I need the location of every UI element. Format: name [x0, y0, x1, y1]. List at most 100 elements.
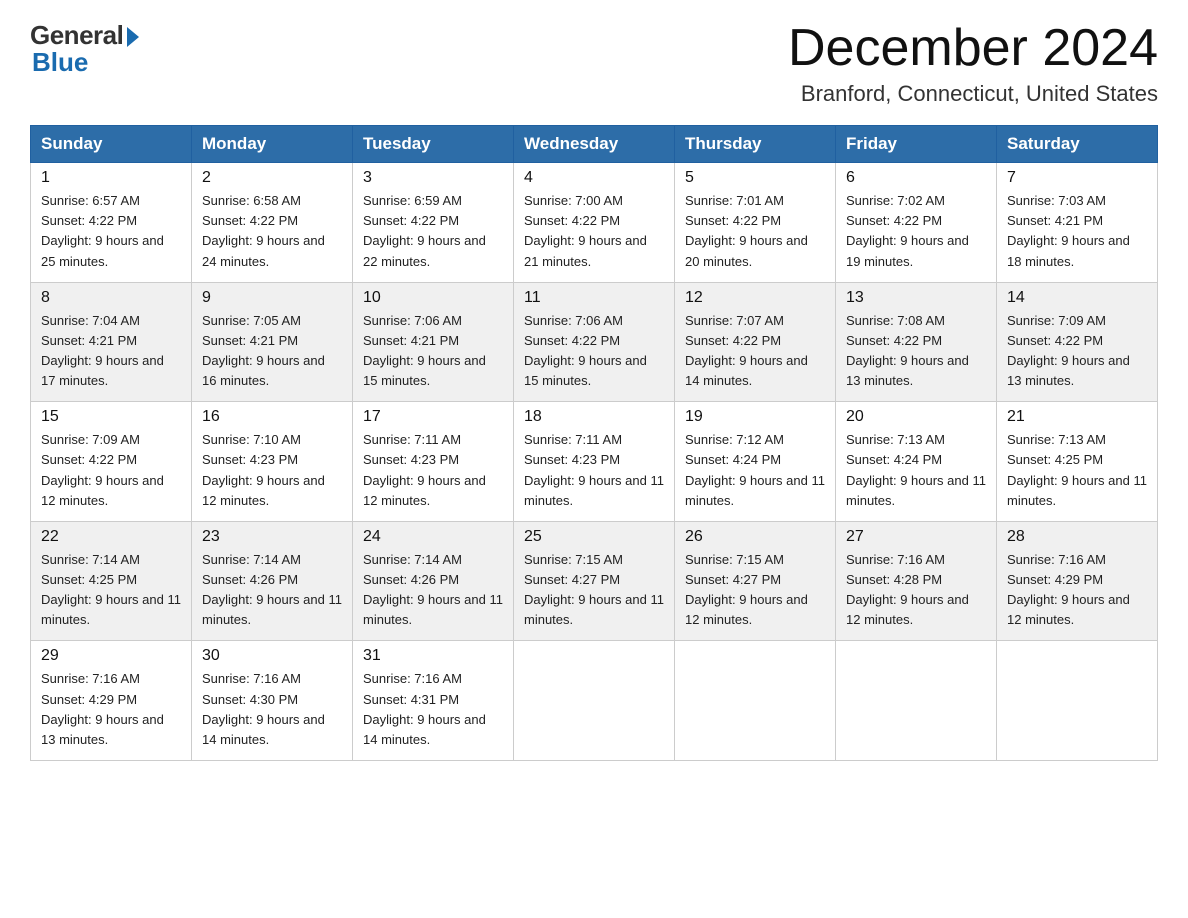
day-number: 12: [685, 289, 825, 307]
day-info: Sunrise: 7:13 AM Sunset: 4:25 PM Dayligh…: [1007, 430, 1147, 511]
day-info: Sunrise: 7:09 AM Sunset: 4:22 PM Dayligh…: [1007, 311, 1147, 392]
day-info: Sunrise: 7:14 AM Sunset: 4:26 PM Dayligh…: [363, 550, 503, 631]
calendar-cell: 12 Sunrise: 7:07 AM Sunset: 4:22 PM Dayl…: [675, 282, 836, 402]
calendar-cell: 7 Sunrise: 7:03 AM Sunset: 4:21 PM Dayli…: [997, 163, 1158, 283]
day-info: Sunrise: 6:58 AM Sunset: 4:22 PM Dayligh…: [202, 191, 342, 272]
calendar-header-row: SundayMondayTuesdayWednesdayThursdayFrid…: [31, 126, 1158, 163]
day-info: Sunrise: 7:11 AM Sunset: 4:23 PM Dayligh…: [524, 430, 664, 511]
day-number: 28: [1007, 528, 1147, 546]
day-info: Sunrise: 7:03 AM Sunset: 4:21 PM Dayligh…: [1007, 191, 1147, 272]
calendar-cell: [514, 641, 675, 761]
calendar-cell: 10 Sunrise: 7:06 AM Sunset: 4:21 PM Dayl…: [353, 282, 514, 402]
day-info: Sunrise: 7:07 AM Sunset: 4:22 PM Dayligh…: [685, 311, 825, 392]
calendar-header-friday: Friday: [836, 126, 997, 163]
calendar-cell: 17 Sunrise: 7:11 AM Sunset: 4:23 PM Dayl…: [353, 402, 514, 522]
day-number: 14: [1007, 289, 1147, 307]
day-number: 25: [524, 528, 664, 546]
day-number: 15: [41, 408, 181, 426]
day-number: 7: [1007, 169, 1147, 187]
day-number: 17: [363, 408, 503, 426]
calendar-cell: 28 Sunrise: 7:16 AM Sunset: 4:29 PM Dayl…: [997, 521, 1158, 641]
day-info: Sunrise: 7:04 AM Sunset: 4:21 PM Dayligh…: [41, 311, 181, 392]
calendar-cell: 2 Sunrise: 6:58 AM Sunset: 4:22 PM Dayli…: [192, 163, 353, 283]
calendar-cell: 13 Sunrise: 7:08 AM Sunset: 4:22 PM Dayl…: [836, 282, 997, 402]
day-number: 13: [846, 289, 986, 307]
day-info: Sunrise: 7:16 AM Sunset: 4:31 PM Dayligh…: [363, 669, 503, 750]
day-number: 2: [202, 169, 342, 187]
day-info: Sunrise: 7:16 AM Sunset: 4:29 PM Dayligh…: [1007, 550, 1147, 631]
calendar-week-row: 1 Sunrise: 6:57 AM Sunset: 4:22 PM Dayli…: [31, 163, 1158, 283]
calendar-cell: 1 Sunrise: 6:57 AM Sunset: 4:22 PM Dayli…: [31, 163, 192, 283]
day-info: Sunrise: 6:57 AM Sunset: 4:22 PM Dayligh…: [41, 191, 181, 272]
calendar-cell: 22 Sunrise: 7:14 AM Sunset: 4:25 PM Dayl…: [31, 521, 192, 641]
day-info: Sunrise: 7:15 AM Sunset: 4:27 PM Dayligh…: [685, 550, 825, 631]
calendar-header-tuesday: Tuesday: [353, 126, 514, 163]
day-info: Sunrise: 7:02 AM Sunset: 4:22 PM Dayligh…: [846, 191, 986, 272]
day-number: 19: [685, 408, 825, 426]
calendar-header-sunday: Sunday: [31, 126, 192, 163]
calendar-header-wednesday: Wednesday: [514, 126, 675, 163]
day-info: Sunrise: 7:16 AM Sunset: 4:29 PM Dayligh…: [41, 669, 181, 750]
calendar-cell: 18 Sunrise: 7:11 AM Sunset: 4:23 PM Dayl…: [514, 402, 675, 522]
calendar-cell: 21 Sunrise: 7:13 AM Sunset: 4:25 PM Dayl…: [997, 402, 1158, 522]
calendar-cell: 14 Sunrise: 7:09 AM Sunset: 4:22 PM Dayl…: [997, 282, 1158, 402]
calendar-week-row: 15 Sunrise: 7:09 AM Sunset: 4:22 PM Dayl…: [31, 402, 1158, 522]
calendar-cell: 8 Sunrise: 7:04 AM Sunset: 4:21 PM Dayli…: [31, 282, 192, 402]
calendar-cell: 5 Sunrise: 7:01 AM Sunset: 4:22 PM Dayli…: [675, 163, 836, 283]
day-number: 20: [846, 408, 986, 426]
calendar-header-saturday: Saturday: [997, 126, 1158, 163]
day-number: 5: [685, 169, 825, 187]
day-number: 23: [202, 528, 342, 546]
day-info: Sunrise: 7:14 AM Sunset: 4:25 PM Dayligh…: [41, 550, 181, 631]
day-info: Sunrise: 7:00 AM Sunset: 4:22 PM Dayligh…: [524, 191, 664, 272]
calendar-table: SundayMondayTuesdayWednesdayThursdayFrid…: [30, 125, 1158, 761]
calendar-cell: [675, 641, 836, 761]
day-info: Sunrise: 7:13 AM Sunset: 4:24 PM Dayligh…: [846, 430, 986, 511]
month-title: December 2024: [788, 20, 1158, 77]
day-info: Sunrise: 7:16 AM Sunset: 4:28 PM Dayligh…: [846, 550, 986, 631]
calendar-cell: 31 Sunrise: 7:16 AM Sunset: 4:31 PM Dayl…: [353, 641, 514, 761]
title-area: December 2024 Branford, Connecticut, Uni…: [788, 20, 1158, 107]
day-number: 10: [363, 289, 503, 307]
day-info: Sunrise: 7:16 AM Sunset: 4:30 PM Dayligh…: [202, 669, 342, 750]
calendar-cell: 23 Sunrise: 7:14 AM Sunset: 4:26 PM Dayl…: [192, 521, 353, 641]
page-header: General Blue December 2024 Branford, Con…: [30, 20, 1158, 107]
calendar-cell: 30 Sunrise: 7:16 AM Sunset: 4:30 PM Dayl…: [192, 641, 353, 761]
day-number: 8: [41, 289, 181, 307]
calendar-cell: 9 Sunrise: 7:05 AM Sunset: 4:21 PM Dayli…: [192, 282, 353, 402]
calendar-cell: 6 Sunrise: 7:02 AM Sunset: 4:22 PM Dayli…: [836, 163, 997, 283]
calendar-header-monday: Monday: [192, 126, 353, 163]
day-info: Sunrise: 7:06 AM Sunset: 4:21 PM Dayligh…: [363, 311, 503, 392]
day-number: 27: [846, 528, 986, 546]
calendar-cell: 16 Sunrise: 7:10 AM Sunset: 4:23 PM Dayl…: [192, 402, 353, 522]
day-info: Sunrise: 7:01 AM Sunset: 4:22 PM Dayligh…: [685, 191, 825, 272]
calendar-cell: 26 Sunrise: 7:15 AM Sunset: 4:27 PM Dayl…: [675, 521, 836, 641]
calendar-cell: 27 Sunrise: 7:16 AM Sunset: 4:28 PM Dayl…: [836, 521, 997, 641]
calendar-cell: 20 Sunrise: 7:13 AM Sunset: 4:24 PM Dayl…: [836, 402, 997, 522]
day-info: Sunrise: 7:06 AM Sunset: 4:22 PM Dayligh…: [524, 311, 664, 392]
day-number: 16: [202, 408, 342, 426]
day-number: 22: [41, 528, 181, 546]
calendar-cell: [836, 641, 997, 761]
logo-arrow-icon: [127, 27, 139, 47]
day-number: 29: [41, 647, 181, 665]
day-number: 26: [685, 528, 825, 546]
day-info: Sunrise: 7:09 AM Sunset: 4:22 PM Dayligh…: [41, 430, 181, 511]
location-text: Branford, Connecticut, United States: [788, 81, 1158, 107]
day-number: 4: [524, 169, 664, 187]
calendar-week-row: 22 Sunrise: 7:14 AM Sunset: 4:25 PM Dayl…: [31, 521, 1158, 641]
day-info: Sunrise: 7:14 AM Sunset: 4:26 PM Dayligh…: [202, 550, 342, 631]
day-number: 24: [363, 528, 503, 546]
calendar-cell: 25 Sunrise: 7:15 AM Sunset: 4:27 PM Dayl…: [514, 521, 675, 641]
day-info: Sunrise: 7:12 AM Sunset: 4:24 PM Dayligh…: [685, 430, 825, 511]
calendar-week-row: 29 Sunrise: 7:16 AM Sunset: 4:29 PM Dayl…: [31, 641, 1158, 761]
day-number: 1: [41, 169, 181, 187]
calendar-header-thursday: Thursday: [675, 126, 836, 163]
calendar-cell: 19 Sunrise: 7:12 AM Sunset: 4:24 PM Dayl…: [675, 402, 836, 522]
day-info: Sunrise: 7:08 AM Sunset: 4:22 PM Dayligh…: [846, 311, 986, 392]
logo-blue-text: Blue: [32, 47, 88, 78]
day-number: 11: [524, 289, 664, 307]
day-number: 6: [846, 169, 986, 187]
day-info: Sunrise: 7:10 AM Sunset: 4:23 PM Dayligh…: [202, 430, 342, 511]
calendar-cell: 24 Sunrise: 7:14 AM Sunset: 4:26 PM Dayl…: [353, 521, 514, 641]
